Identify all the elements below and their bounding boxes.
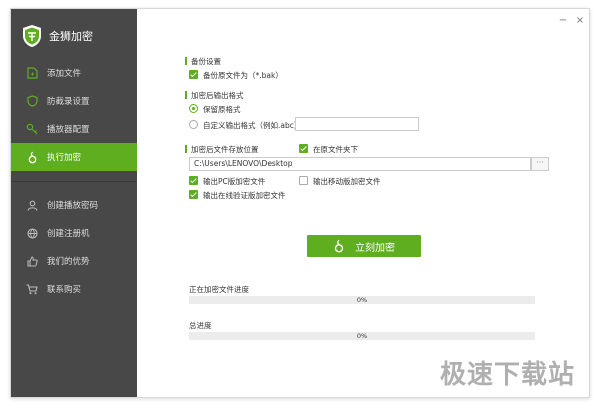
total-progress-text: 0% [356,332,368,340]
section-marker [185,91,187,99]
sidebar-item-label: 播放器配置 [47,125,90,135]
sidebar-item-label: 我们的优势 [47,257,90,267]
custom-format-input[interactable] [295,117,419,131]
sidebar-item-label: 执行加密 [47,153,82,163]
save-path-input[interactable]: C:\Users\LENOVO\Desktop [189,157,531,171]
online-output-label: 输出在线验证版加密文件 [203,191,286,200]
backup-checkbox[interactable] [189,70,198,79]
save-location-title: 加密后文件存放位置 [191,145,259,154]
mobile-output-label: 输出移动版加密文件 [313,177,381,186]
sidebar-item-label: 防截录设置 [47,97,90,107]
section-marker [185,145,187,153]
sidebar-item-contact-buy[interactable]: 联系购买 [11,275,137,303]
close-button[interactable]: × [574,15,586,26]
shield-logo-icon [23,25,41,47]
file-icon [25,66,39,80]
same-folder-label: 在原文件夹下 [313,145,358,154]
sidebar-item-create-password[interactable]: 创建播放密码 [11,191,137,219]
encrypt-now-button[interactable]: 立刻加密 [307,235,421,257]
same-folder-checkbox[interactable] [299,144,308,153]
browse-button[interactable]: ··· [531,157,549,171]
sidebar-item-label: 创建播放密码 [47,201,99,211]
custom-format-radio[interactable] [189,120,198,129]
backup-section-title: 备份设置 [191,57,221,66]
mobile-output-checkbox[interactable] [299,176,308,185]
section-marker [185,57,187,65]
online-output-checkbox[interactable] [189,190,198,199]
output-format-title: 加密后输出格式 [191,91,244,100]
user-icon [25,198,39,212]
app-title: 金狮加密 [49,30,93,43]
sidebar-item-advantages[interactable]: 我们的优势 [11,247,137,275]
keep-format-radio[interactable] [189,104,198,113]
sidebar-item-anti-record[interactable]: 防截录设置 [11,87,137,115]
shield-icon [25,94,39,108]
watermark: 极速下载站 [439,360,575,390]
sidebar-item-label: 创建注册机 [47,229,90,239]
key-icon [25,122,39,136]
sidebar: 金狮加密 添加文件 防截录设置 播放器配置 执行加密 创建播放密码 创建注册机 … [11,9,137,397]
lock-icon [25,150,39,164]
encrypt-now-label: 立刻加密 [355,242,395,254]
current-progress-label: 正在加密文件进度 [189,285,249,294]
minimize-button[interactable]: − [557,15,569,26]
keep-format-label: 保留原格式 [203,105,241,114]
sidebar-item-encrypt[interactable]: 执行加密 [11,143,137,171]
sidebar-item-label: 联系购买 [47,285,82,295]
lock-icon [334,239,344,253]
backup-option-label: 备份原文件为（*.bak） [203,71,283,80]
sidebar-item-label: 添加文件 [47,69,82,79]
sidebar-item-create-keygen[interactable]: 创建注册机 [11,219,137,247]
sidebar-divider [11,181,137,182]
total-progress-bar: 0% [189,332,535,340]
pc-output-checkbox[interactable] [189,176,198,185]
sidebar-item-add-file[interactable]: 添加文件 [11,59,137,87]
current-progress-bar: 0% [189,296,535,304]
sidebar-item-player-config[interactable]: 播放器配置 [11,115,137,143]
total-progress-label: 总进度 [189,321,212,330]
app-window: 金狮加密 添加文件 防截录设置 播放器配置 执行加密 创建播放密码 创建注册机 … [10,8,590,398]
cart-icon [25,282,39,296]
custom-format-label: 自定义输出格式（例如.abc） [203,121,302,130]
main-panel: − × 备份设置 备份原文件为（*.bak） 加密后输出格式 保留原格式 自定义… [137,9,589,397]
current-progress-text: 0% [356,296,368,304]
brand: 金狮加密 [21,23,93,49]
pc-output-label: 输出PC版加密文件 [203,177,266,186]
globe-icon [25,226,39,240]
thumbs-up-icon [25,254,39,268]
